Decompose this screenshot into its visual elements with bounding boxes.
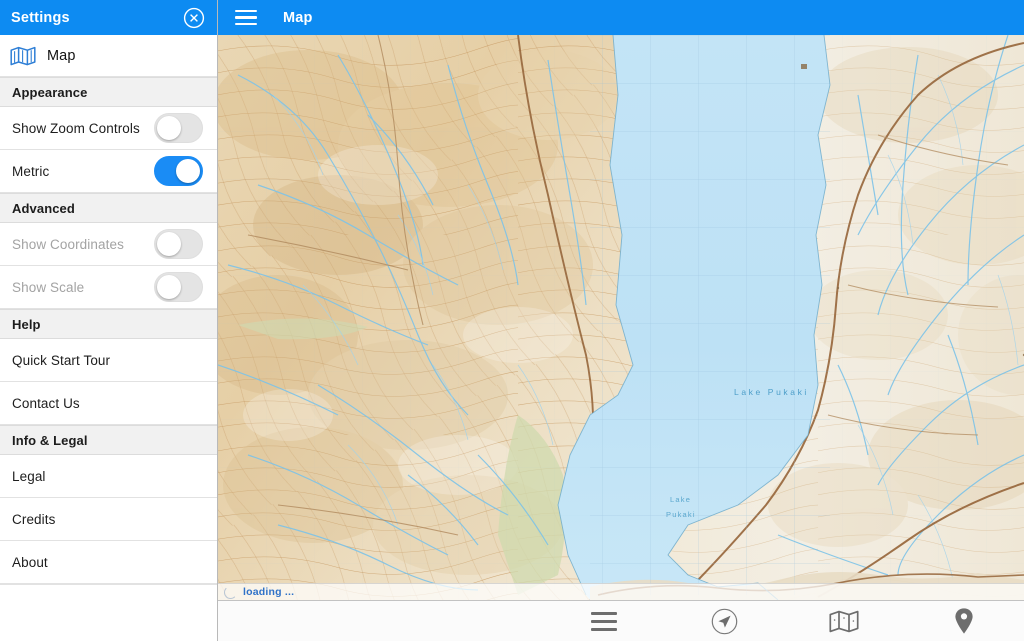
section-header-label: Info & Legal	[12, 432, 88, 448]
map-panel: Map Lake Pukaki Lake Pukaki loading ...	[218, 0, 1024, 641]
sidebar-item-show-zoom-controls[interactable]: Show Zoom Controls	[0, 107, 217, 150]
sidebar-item-metric[interactable]: Metric	[0, 150, 217, 193]
sidebar-item-show-coordinates[interactable]: Show Coordinates	[0, 223, 217, 266]
map-label-lake-pukaki-secondary-line2: Pukaki	[666, 510, 696, 519]
toolbar-locate-button[interactable]	[664, 601, 784, 642]
settings-sidebar: Settings Map Appearance Show Zoom Contro…	[0, 0, 218, 641]
contact-us-label: Contact Us	[12, 395, 80, 411]
folded-map-icon	[10, 46, 36, 66]
navigation-arrow-icon	[711, 608, 737, 634]
sidebar-item-legal[interactable]: Legal	[0, 455, 217, 498]
show-zoom-controls-label: Show Zoom Controls	[12, 120, 140, 136]
sidebar-item-contact-us[interactable]: Contact Us	[0, 382, 217, 425]
location-pin-icon	[955, 608, 973, 634]
sidebar-item-map-label: Map	[47, 47, 76, 64]
legal-label: Legal	[12, 468, 46, 484]
sidebar-empty-space	[0, 584, 217, 585]
sidebar-item-credits[interactable]: Credits	[0, 498, 217, 541]
section-header-label: Advanced	[12, 200, 75, 216]
map-header: Map	[218, 0, 1024, 35]
quick-start-tour-label: Quick Start Tour	[12, 352, 111, 368]
close-circle-icon[interactable]	[183, 7, 205, 29]
section-header-label: Appearance	[12, 84, 88, 100]
section-header-appearance: Appearance	[0, 77, 217, 107]
folded-map-icon	[829, 610, 859, 632]
map-bottom-toolbar	[218, 600, 1024, 641]
section-header-label: Help	[12, 316, 41, 332]
toolbar-menu-button[interactable]	[544, 601, 664, 642]
show-coordinates-toggle[interactable]	[154, 229, 203, 259]
sidebar-item-show-scale[interactable]: Show Scale	[0, 266, 217, 309]
section-header-info-legal: Info & Legal	[0, 425, 217, 455]
spinner-icon	[224, 585, 237, 599]
section-header-advanced: Advanced	[0, 193, 217, 223]
sidebar-item-map[interactable]: Map	[0, 35, 217, 77]
section-header-help: Help	[0, 309, 217, 339]
hamburger-icon[interactable]	[235, 9, 257, 26]
show-coordinates-label: Show Coordinates	[12, 236, 124, 252]
about-label: About	[12, 554, 48, 570]
settings-list: Map Appearance Show Zoom Controls Metric…	[0, 35, 217, 641]
map-label-lake-pukaki-secondary-line1: Lake	[670, 495, 691, 504]
hamburger-icon	[591, 611, 617, 631]
show-zoom-controls-toggle[interactable]	[154, 113, 203, 143]
metric-toggle[interactable]	[154, 156, 203, 186]
app-root: Settings Map Appearance Show Zoom Contro…	[0, 0, 1024, 641]
settings-title: Settings	[11, 9, 70, 26]
show-scale-label: Show Scale	[12, 279, 85, 295]
show-scale-toggle[interactable]	[154, 272, 203, 302]
map-loading-status: loading ...	[218, 583, 1024, 600]
settings-header: Settings	[0, 0, 217, 35]
toolbar-layers-button[interactable]	[784, 601, 904, 642]
credits-label: Credits	[12, 511, 56, 527]
map-label-lake-pukaki-primary: Lake Pukaki	[734, 387, 809, 397]
sidebar-item-quick-start-tour[interactable]: Quick Start Tour	[0, 339, 217, 382]
metric-label: Metric	[12, 163, 50, 179]
sidebar-item-about[interactable]: About	[0, 541, 217, 584]
loading-text: loading ...	[243, 586, 295, 598]
toolbar-waypoint-button[interactable]	[904, 601, 1024, 642]
map-canvas[interactable]: Lake Pukaki Lake Pukaki loading ...	[218, 35, 1024, 600]
topographic-map: Lake Pukaki Lake Pukaki	[218, 35, 1024, 600]
map-title: Map	[283, 9, 313, 26]
